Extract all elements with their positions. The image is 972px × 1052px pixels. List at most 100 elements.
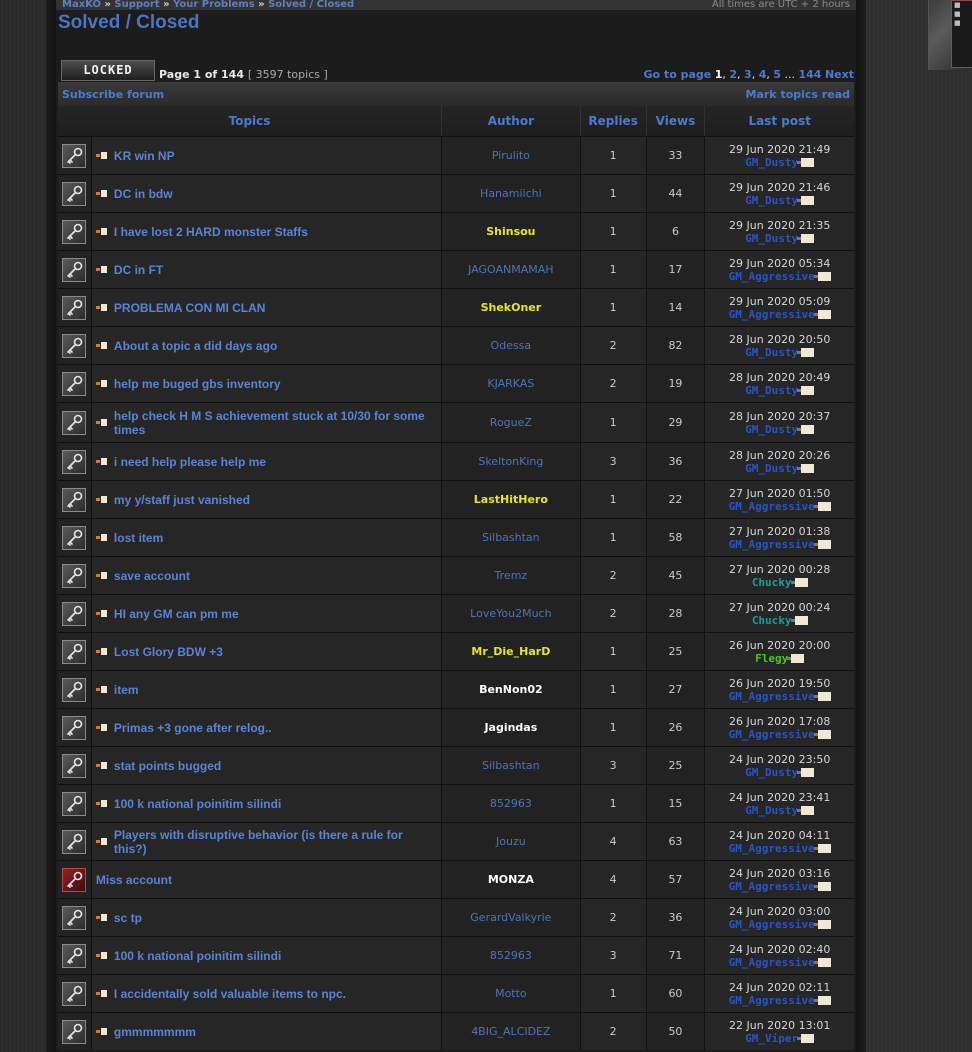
topic-title-link[interactable]: About a topic a did days ago <box>114 339 277 353</box>
last-post-user-link[interactable]: GM_Dusty <box>745 804 798 817</box>
page-link-4[interactable]: 4 <box>759 68 767 81</box>
view-newest-post-icon[interactable] <box>95 418 108 427</box>
page-title[interactable]: Solved / Closed <box>56 10 856 38</box>
breadcrumb-item-solved-closed[interactable]: Solved / Closed <box>268 0 354 10</box>
go-to-page-link[interactable]: Go to page <box>644 68 712 81</box>
view-newest-post-icon[interactable] <box>95 265 108 274</box>
subscribe-forum-link[interactable]: Subscribe forum <box>62 88 164 101</box>
topic-author-link[interactable]: 852963 <box>490 949 532 962</box>
last-post-user-link[interactable]: GM_Aggressive <box>729 728 815 741</box>
last-post-user-link[interactable]: GM_Aggressive <box>729 880 815 893</box>
topic-title-link[interactable]: DC in bdw <box>114 187 173 201</box>
view-newest-post-icon[interactable] <box>95 151 108 160</box>
topic-title-link[interactable]: 100 k national poinitim silindi <box>114 797 281 811</box>
topic-author-link[interactable]: Jouzu <box>496 835 526 848</box>
last-post-user-link[interactable]: GM_Aggressive <box>729 308 815 321</box>
go-to-last-post-icon[interactable] <box>813 691 831 701</box>
view-newest-post-icon[interactable] <box>95 913 108 922</box>
go-to-last-post-icon[interactable] <box>797 347 815 357</box>
view-newest-post-icon[interactable] <box>95 951 108 960</box>
topic-title-link[interactable]: I accidentally sold valuable items to np… <box>114 987 346 1001</box>
topic-author-link[interactable]: SkeltonKing <box>478 455 543 468</box>
topic-author-link[interactable]: 4BIG_ALCIDEZ <box>471 1025 550 1038</box>
topic-title-link[interactable]: my y/staff just vanished <box>114 493 250 507</box>
last-post-user-link[interactable]: GM_Dusty <box>745 423 798 436</box>
view-newest-post-icon[interactable] <box>95 609 108 618</box>
last-post-user-link[interactable]: GM_Dusty <box>745 346 798 359</box>
topic-author-link[interactable]: Silbashtan <box>482 531 540 544</box>
last-post-user-link[interactable]: GM_Aggressive <box>729 842 815 855</box>
last-post-user-link[interactable]: GM_Aggressive <box>729 918 815 931</box>
topic-author-link[interactable]: Tremz <box>495 569 528 582</box>
last-post-user-link[interactable]: GM_Dusty <box>745 194 798 207</box>
last-post-user-link[interactable]: Flegy <box>755 652 788 665</box>
topic-title-link[interactable]: Primas +3 gone after relog.. <box>114 721 272 735</box>
go-to-last-post-icon[interactable] <box>813 271 831 281</box>
page-link-last[interactable]: 144 <box>799 68 822 81</box>
topic-title-link[interactable]: item <box>114 683 139 697</box>
last-post-user-link[interactable]: GM_Aggressive <box>729 690 815 703</box>
go-to-last-post-icon[interactable] <box>813 843 831 853</box>
go-to-last-post-icon[interactable] <box>813 881 831 891</box>
view-newest-post-icon[interactable] <box>95 533 108 542</box>
go-to-last-post-icon[interactable] <box>797 424 815 434</box>
topic-title-link[interactable]: PROBLEMA CON MI CLAN <box>114 301 266 315</box>
topic-author-link[interactable]: LastHitHero <box>474 493 548 506</box>
topic-title-link[interactable]: Miss account <box>96 873 172 887</box>
last-post-user-link[interactable]: Chucky <box>752 614 792 627</box>
topic-author-link[interactable]: Odessa <box>491 339 532 352</box>
last-post-user-link[interactable]: Chucky <box>752 576 792 589</box>
go-to-last-post-icon[interactable] <box>813 957 831 967</box>
topic-title-link[interactable]: sc tp <box>114 911 142 925</box>
topic-title-link[interactable]: lost item <box>114 531 163 545</box>
go-to-last-post-icon[interactable] <box>797 767 815 777</box>
last-post-user-link[interactable]: GM_Aggressive <box>729 270 815 283</box>
topic-author-link[interactable]: Pirulito <box>492 149 530 162</box>
last-post-user-link[interactable]: GM_Aggressive <box>729 538 815 551</box>
go-to-last-post-icon[interactable] <box>790 615 808 625</box>
topic-author-link[interactable]: JAGOANMAMAH <box>468 263 553 276</box>
topic-title-link[interactable]: DC in FT <box>114 263 163 277</box>
topic-author-link[interactable]: Silbashtan <box>482 759 540 772</box>
view-newest-post-icon[interactable] <box>95 379 108 388</box>
breadcrumb-item-your-problems[interactable]: Your Problems <box>173 0 255 10</box>
view-newest-post-icon[interactable] <box>95 189 108 198</box>
view-newest-post-icon[interactable] <box>95 989 108 998</box>
topic-title-link[interactable]: i need help please help me <box>114 455 266 469</box>
page-link-3[interactable]: 3 <box>744 68 752 81</box>
topic-title-link[interactable]: stat points bugged <box>114 759 221 773</box>
topic-author-link[interactable]: Hanamiichi <box>480 187 542 200</box>
view-newest-post-icon[interactable] <box>95 837 108 846</box>
next-page-link[interactable]: Next <box>825 68 854 81</box>
topic-title-link[interactable]: help check H M S achievement stuck at 10… <box>114 409 437 437</box>
go-to-last-post-icon[interactable] <box>813 919 831 929</box>
last-post-user-link[interactable]: GM_Viper <box>745 1032 798 1045</box>
topic-author-link[interactable]: RogueZ <box>490 416 532 429</box>
last-post-user-link[interactable]: GM_Dusty <box>745 766 798 779</box>
go-to-last-post-icon[interactable] <box>790 577 808 587</box>
view-newest-post-icon[interactable] <box>95 723 108 732</box>
view-newest-post-icon[interactable] <box>95 495 108 504</box>
topic-author-link[interactable]: BenNon02 <box>479 683 543 696</box>
go-to-last-post-icon[interactable] <box>813 501 831 511</box>
view-newest-post-icon[interactable] <box>95 685 108 694</box>
go-to-last-post-icon[interactable] <box>797 385 815 395</box>
breadcrumb-item-home[interactable]: MaxKO <box>62 0 101 10</box>
view-newest-post-icon[interactable] <box>95 799 108 808</box>
topic-author-link[interactable]: Mr_Die_HarD <box>471 645 550 658</box>
topic-title-link[interactable]: KR win NP <box>114 149 175 163</box>
breadcrumb-item-support[interactable]: Support <box>114 0 159 10</box>
view-newest-post-icon[interactable] <box>95 647 108 656</box>
locked-button[interactable]: LOCKED <box>61 60 155 81</box>
go-to-last-post-icon[interactable] <box>813 539 831 549</box>
topic-title-link[interactable]: I have lost 2 HARD monster Staffs <box>114 225 308 239</box>
last-post-user-link[interactable]: GM_Dusty <box>745 232 798 245</box>
topic-author-link[interactable]: MONZA <box>488 873 534 886</box>
topic-author-link[interactable]: Jagindas <box>484 721 537 734</box>
last-post-user-link[interactable]: GM_Dusty <box>745 462 798 475</box>
topic-author-link[interactable]: LoveYou2Much <box>470 607 551 620</box>
go-to-last-post-icon[interactable] <box>797 463 815 473</box>
view-newest-post-icon[interactable] <box>95 227 108 236</box>
go-to-last-post-icon[interactable] <box>813 729 831 739</box>
topic-title-link[interactable]: HI any GM can pm me <box>114 607 239 621</box>
